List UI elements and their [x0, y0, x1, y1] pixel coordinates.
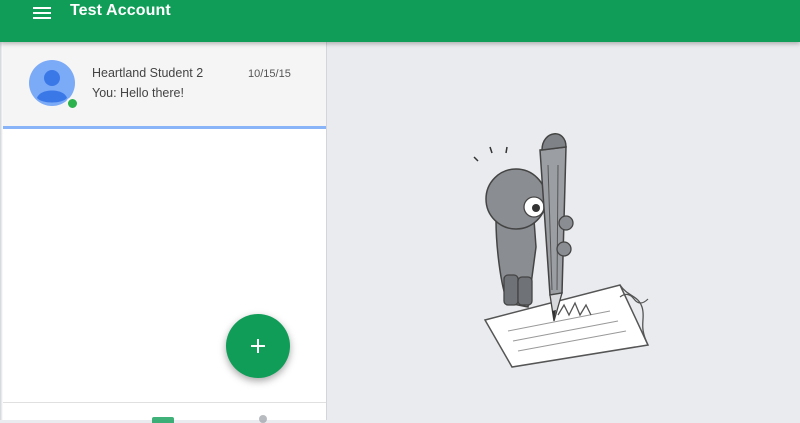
pencil-icon	[539, 133, 574, 322]
conversation-date: 10/15/15	[248, 68, 291, 80]
conversation-preview: You: Hello there!	[92, 86, 184, 100]
character-icon	[473, 146, 547, 308]
footer-tab-icon[interactable]	[152, 417, 174, 423]
plus-icon	[251, 339, 265, 353]
app-title: Test Account	[70, 2, 171, 19]
conversation-name: Heartland Student 2	[92, 66, 204, 80]
top-app-bar: Test Account	[0, 0, 800, 42]
footer-more-icon[interactable]	[259, 415, 267, 423]
conversation-sidebar: Heartland Student 2 You: Hello there! 10…	[0, 42, 327, 423]
menu-button[interactable]	[24, 1, 60, 25]
sidebar-edge-shadow	[0, 42, 3, 420]
online-status-indicator	[66, 97, 79, 110]
hamburger-menu-icon	[33, 7, 51, 19]
sidebar-footer	[0, 402, 326, 423]
empty-state-illustration	[473, 133, 650, 368]
conversation-item[interactable]: Heartland Student 2 You: Hello there! 10…	[0, 42, 326, 129]
new-conversation-button[interactable]	[226, 314, 290, 378]
